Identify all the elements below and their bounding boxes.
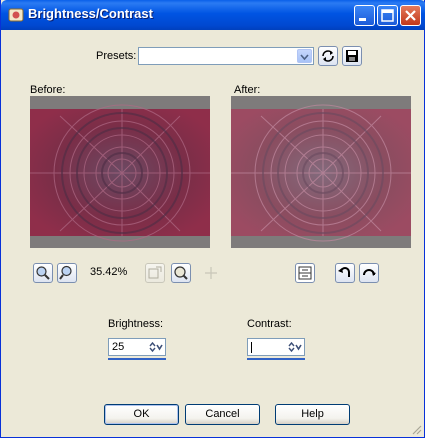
resize-grip-icon[interactable] [410, 423, 422, 435]
chevron-down-icon [300, 54, 309, 61]
minimize-icon [359, 18, 366, 21]
navigate-icon [174, 266, 188, 280]
preview-layout-button[interactable] [295, 263, 315, 283]
undo-button[interactable] [335, 263, 355, 283]
reset-button[interactable] [359, 263, 379, 283]
save-preset-button[interactable] [342, 46, 362, 66]
close-button[interactable] [400, 5, 421, 26]
after-preview-image [231, 104, 411, 242]
undo-icon [338, 267, 350, 277]
brightness-field[interactable]: 25 [108, 338, 166, 356]
pan-button[interactable] [201, 263, 221, 283]
before-preview[interactable] [30, 96, 210, 248]
after-preview[interactable] [231, 96, 411, 248]
brightness-slider[interactable] [108, 358, 166, 360]
zoom-in-button[interactable] [33, 263, 53, 283]
zoom-level: 35.42% [90, 266, 128, 278]
minimize-button[interactable] [354, 5, 375, 26]
ok-button[interactable]: OK [104, 404, 179, 425]
zoom-out-icon [59, 265, 72, 280]
title-bar[interactable]: Brightness/Contrast [1, 0, 425, 30]
contrast-label: Contrast: [247, 318, 292, 330]
zoom-100-button[interactable] [145, 263, 165, 283]
zoom-100-icon [148, 266, 162, 279]
spin-arrows-icon[interactable] [148, 341, 164, 353]
contrast-slider[interactable] [247, 358, 305, 360]
close-icon [405, 10, 416, 21]
before-preview-image [30, 104, 210, 242]
help-button[interactable]: Help [275, 404, 350, 425]
brightness-value: 25 [112, 341, 125, 353]
brightness-label: Brightness: [108, 318, 164, 330]
zoom-out-button[interactable] [57, 263, 77, 283]
zoom-in-icon [36, 266, 50, 280]
brightness-contrast-dialog: Brightness/Contrast Presets: Before: Aft… [0, 0, 425, 438]
navigate-button[interactable] [171, 263, 191, 283]
app-icon [8, 8, 24, 22]
preview-layout-icon [298, 266, 312, 280]
spin-arrows-icon[interactable] [287, 341, 303, 353]
text-cursor [251, 342, 252, 353]
save-preset-icon [346, 50, 358, 62]
presets-dropdown-button[interactable] [297, 49, 312, 63]
before-label: Before: [30, 84, 66, 96]
presets-label: Presets: [96, 50, 137, 62]
after-label: After: [234, 84, 261, 96]
window-title: Brightness/Contrast [28, 6, 153, 21]
pan-icon [205, 267, 217, 279]
randomize-button[interactable] [318, 46, 338, 66]
presets-dropdown[interactable] [138, 47, 314, 65]
contrast-field[interactable] [247, 338, 305, 356]
maximize-button[interactable] [377, 5, 398, 26]
maximize-icon [381, 9, 394, 22]
cancel-button[interactable]: Cancel [185, 404, 260, 425]
reset-icon [363, 269, 376, 276]
randomize-icon [322, 50, 334, 62]
